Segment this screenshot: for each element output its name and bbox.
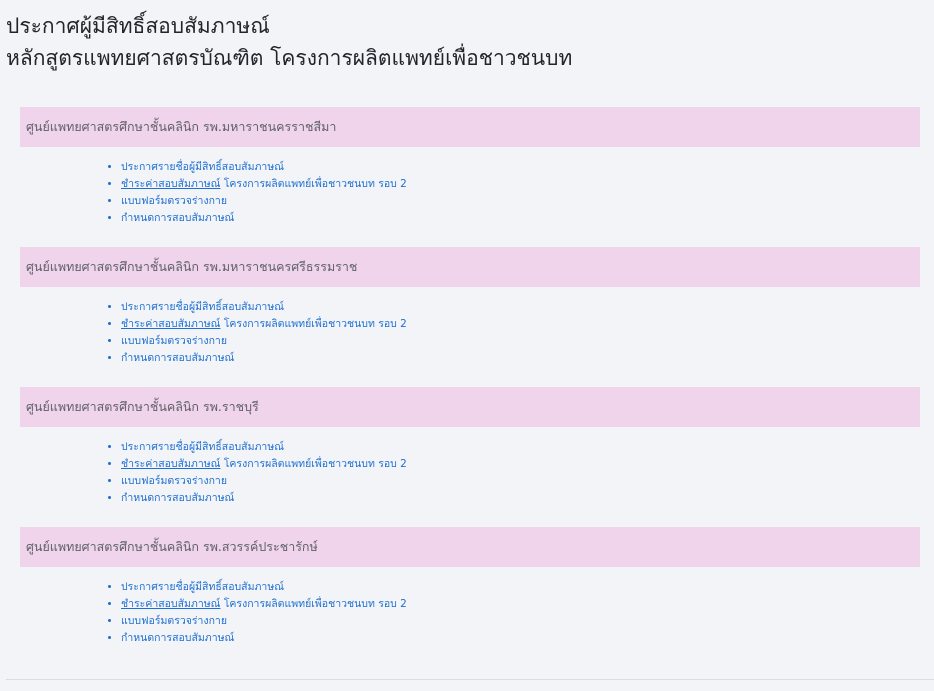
section-sawanpracharak: ศูนย์แพทยศาสตรศึกษาชั้นคลินิก รพ.สวรรค์ป… bbox=[20, 527, 920, 647]
payment-link-suffix[interactable]: โครงการผลิตแพทย์เพื่อชาวชนบท รอบ 2 bbox=[220, 598, 407, 610]
section-header: ศูนย์แพทยศาสตรศึกษาชั้นคลินิก รพ.มหาราชน… bbox=[20, 247, 920, 287]
payment-link[interactable]: ชำระค่าสอบสัมภาษณ์ bbox=[121, 318, 220, 330]
link-list: ประกาศรายชื่อผู้มีสิทธิ์สอบสัมภาษณ์ ชำระ… bbox=[20, 439, 920, 507]
schedule-link[interactable]: กำหนดการสอบสัมภาษณ์ bbox=[121, 352, 234, 364]
link-list: ประกาศรายชื่อผู้มีสิทธิ์สอบสัมภาษณ์ ชำระ… bbox=[20, 299, 920, 367]
list-item: แบบฟอร์มตรวจร่างกาย bbox=[121, 193, 920, 210]
announce-link[interactable]: ประกาศรายชื่อผู้มีสิทธิ์สอบสัมภาษณ์ bbox=[121, 581, 284, 593]
list-item: แบบฟอร์มตรวจร่างกาย bbox=[121, 333, 920, 350]
payment-link-suffix[interactable]: โครงการผลิตแพทย์เพื่อชาวชนบท รอบ 2 bbox=[220, 178, 407, 190]
list-item: ประกาศรายชื่อผู้มีสิทธิ์สอบสัมภาษณ์ bbox=[121, 159, 920, 176]
payment-link[interactable]: ชำระค่าสอบสัมภาษณ์ bbox=[121, 458, 220, 470]
section-ratchaburi: ศูนย์แพทยศาสตรศึกษาชั้นคลินิก รพ.ราชบุรี… bbox=[20, 387, 920, 507]
list-item: ประกาศรายชื่อผู้มีสิทธิ์สอบสัมภาษณ์ bbox=[121, 299, 920, 316]
page: ประกาศผู้มีสิทธิ์สอบสัมภาษณ์ หลักสูตรแพท… bbox=[0, 0, 934, 691]
page-title-line-2: หลักสูตรแพทยศาสตรบัณฑิต โครงการผลิตแพทย์… bbox=[6, 46, 573, 70]
list-item: ประกาศรายชื่อผู้มีสิทธิ์สอบสัมภาษณ์ bbox=[121, 579, 920, 596]
link-list: ประกาศรายชื่อผู้มีสิทธิ์สอบสัมภาษณ์ ชำระ… bbox=[20, 159, 920, 227]
announce-link[interactable]: ประกาศรายชื่อผู้มีสิทธิ์สอบสัมภาษณ์ bbox=[121, 301, 284, 313]
announce-link[interactable]: ประกาศรายชื่อผู้มีสิทธิ์สอบสัมภาษณ์ bbox=[121, 441, 284, 453]
link-list: ประกาศรายชื่อผู้มีสิทธิ์สอบสัมภาษณ์ ชำระ… bbox=[20, 579, 920, 647]
list-item: กำหนดการสอบสัมภาษณ์ bbox=[121, 490, 920, 507]
list-item: ประกาศรายชื่อผู้มีสิทธิ์สอบสัมภาษณ์ bbox=[121, 439, 920, 456]
medical-form-link[interactable]: แบบฟอร์มตรวจร่างกาย bbox=[121, 475, 227, 487]
payment-link-suffix[interactable]: โครงการผลิตแพทย์เพื่อชาวชนบท รอบ 2 bbox=[220, 318, 407, 330]
list-item: แบบฟอร์มตรวจร่างกาย bbox=[121, 473, 920, 490]
list-item: ชำระค่าสอบสัมภาษณ์ โครงการผลิตแพทย์เพื่อ… bbox=[121, 596, 920, 613]
schedule-link[interactable]: กำหนดการสอบสัมภาษณ์ bbox=[121, 632, 234, 644]
section-header: ศูนย์แพทยศาสตรศึกษาชั้นคลินิก รพ.สวรรค์ป… bbox=[20, 527, 920, 567]
payment-link-suffix[interactable]: โครงการผลิตแพทย์เพื่อชาวชนบท รอบ 2 bbox=[220, 458, 407, 470]
payment-link[interactable]: ชำระค่าสอบสัมภาษณ์ bbox=[121, 598, 220, 610]
list-item: ชำระค่าสอบสัมภาษณ์ โครงการผลิตแพทย์เพื่อ… bbox=[121, 456, 920, 473]
list-item: ชำระค่าสอบสัมภาษณ์ โครงการผลิตแพทย์เพื่อ… bbox=[121, 176, 920, 193]
payment-link[interactable]: ชำระค่าสอบสัมภาษณ์ bbox=[121, 178, 220, 190]
section-header: ศูนย์แพทยศาสตรศึกษาชั้นคลินิก รพ.มหาราชน… bbox=[20, 107, 920, 147]
medical-form-link[interactable]: แบบฟอร์มตรวจร่างกาย bbox=[121, 335, 227, 347]
list-item: กำหนดการสอบสัมภาษณ์ bbox=[121, 630, 920, 647]
announce-link[interactable]: ประกาศรายชื่อผู้มีสิทธิ์สอบสัมภาษณ์ bbox=[121, 161, 284, 173]
medical-form-link[interactable]: แบบฟอร์มตรวจร่างกาย bbox=[121, 615, 227, 627]
list-item: กำหนดการสอบสัมภาษณ์ bbox=[121, 350, 920, 367]
page-title: ประกาศผู้มีสิทธิ์สอบสัมภาษณ์ หลักสูตรแพท… bbox=[6, 10, 572, 74]
schedule-link[interactable]: กำหนดการสอบสัมภาษณ์ bbox=[121, 492, 234, 504]
list-item: ชำระค่าสอบสัมภาษณ์ โครงการผลิตแพทย์เพื่อ… bbox=[121, 316, 920, 333]
section-nakhon-si-thammarat: ศูนย์แพทยศาสตรศึกษาชั้นคลินิก รพ.มหาราชน… bbox=[20, 247, 920, 367]
list-item: กำหนดการสอบสัมภาษณ์ bbox=[121, 210, 920, 227]
schedule-link[interactable]: กำหนดการสอบสัมภาษณ์ bbox=[121, 212, 234, 224]
list-item: แบบฟอร์มตรวจร่างกาย bbox=[121, 613, 920, 630]
footer-divider bbox=[6, 679, 934, 680]
medical-form-link[interactable]: แบบฟอร์มตรวจร่างกาย bbox=[121, 195, 227, 207]
section-header: ศูนย์แพทยศาสตรศึกษาชั้นคลินิก รพ.ราชบุรี bbox=[20, 387, 920, 427]
page-title-line-1: ประกาศผู้มีสิทธิ์สอบสัมภาษณ์ bbox=[6, 14, 270, 38]
section-nakhon-ratchasima: ศูนย์แพทยศาสตรศึกษาชั้นคลินิก รพ.มหาราชน… bbox=[20, 107, 920, 227]
